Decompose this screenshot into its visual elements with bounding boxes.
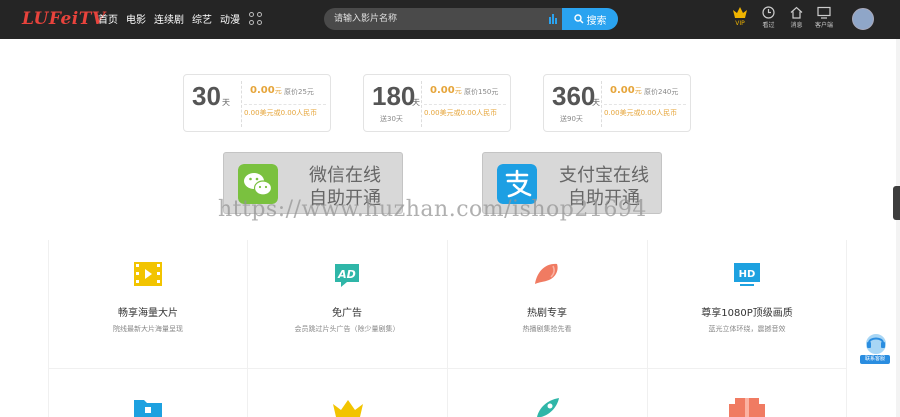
site-logo[interactable]: LUFeiTV (22, 9, 106, 29)
plan-price: 0.00元 (430, 85, 462, 96)
nav-item-series[interactable]: 连续剧 (154, 11, 184, 26)
svg-text:HD: HD (739, 269, 756, 280)
message-entry[interactable]: 消息 (790, 6, 803, 29)
plan-days: 180 (372, 81, 416, 111)
plan-hline (244, 104, 326, 105)
plan-unit: 天 (412, 98, 420, 107)
plan-days: 360 (552, 81, 596, 111)
plan-price: 0.00元 (250, 85, 282, 96)
home-icon (790, 6, 803, 19)
nav-item-home[interactable]: 首页 (98, 11, 118, 26)
plan-divider (421, 81, 422, 127)
plan-unit: 天 (592, 98, 600, 107)
logo-text: LUFei (22, 9, 79, 29)
crown-icon (333, 400, 363, 417)
side-drawer-tab[interactable] (893, 186, 900, 220)
plan-hline (604, 104, 686, 105)
feature-title: 畅享海量大片 (118, 308, 178, 319)
plan-price: 0.00元 (610, 85, 642, 96)
nav-item-variety[interactable]: 综艺 (192, 11, 212, 26)
feature-title: 免广告 (332, 308, 362, 319)
plan-card-360[interactable]: 360 天 送90天 0.00元 原价240元 0.00美元或0.00人民币 (543, 74, 691, 132)
search-input[interactable] (324, 8, 562, 30)
client-entry[interactable]: 客户端 (815, 6, 833, 29)
feature-desc: 蓝光立体环绕，震撼音效 (708, 325, 786, 333)
plan-card-30[interactable]: 30 天 0.00元 原价25元 0.00美元或0.00人民币 (183, 74, 331, 132)
feature-desc: 院线最新大片海量呈现 (113, 325, 183, 333)
plan-card-180[interactable]: 180 天 送30天 0.00元 原价150元 0.00美元或0.00人民币 (363, 74, 511, 132)
vip-label: VIP (735, 20, 745, 27)
plan-unit: 天 (222, 98, 230, 107)
gift-icon (729, 398, 765, 417)
message-label: 消息 (790, 22, 803, 29)
nav-item-anime[interactable]: 动漫 (220, 11, 240, 26)
plan-hline (424, 104, 506, 105)
nav-item-movies[interactable]: 电影 (126, 11, 146, 26)
search-button-label: 搜索 (586, 15, 607, 27)
svg-text:AD: AD (337, 268, 356, 281)
voice-bars-icon[interactable] (548, 14, 558, 24)
scrollbar[interactable] (896, 39, 900, 417)
client-label: 客户端 (815, 22, 834, 29)
plan-original-price: 原价25元 (284, 88, 314, 96)
plan-daily: 0.00美元或0.00人民币 (244, 109, 318, 117)
customer-service-label[interactable]: 联系客服 (860, 355, 890, 364)
watermark-text: https://www.huzhan.com/ishop21694 (218, 197, 647, 222)
plan-divider (601, 81, 602, 127)
feature-title: 尊享1080P顶级画质 (701, 308, 793, 319)
clock-icon (762, 6, 775, 19)
plan-daily: 0.00美元或0.00人民币 (424, 109, 498, 117)
more-grid-icon[interactable] (249, 12, 262, 25)
hd-icon: HD (734, 263, 760, 286)
plan-original-price: 原价240元 (644, 88, 679, 96)
rocket-icon (537, 398, 559, 417)
film-icon (134, 262, 162, 286)
search-bar: 搜索 (324, 8, 618, 30)
history-entry[interactable]: 看过 (762, 6, 775, 29)
plan-gift: 送90天 (560, 115, 583, 123)
history-label: 看过 (762, 22, 775, 29)
plan-daily: 0.00美元或0.00人民币 (604, 109, 678, 117)
vip-crown-icon (733, 7, 747, 18)
main-nav: 首页 电影 连续剧 综艺 动漫 (98, 11, 240, 26)
monitor-icon (817, 6, 831, 19)
feature-title: 热剧专享 (527, 308, 567, 319)
fish-icon (535, 263, 558, 284)
top-header: LUFeiTV 首页 电影 连续剧 综艺 动漫 搜索 VIP 看过 消息 客户端 (0, 0, 900, 39)
search-button[interactable]: 搜索 (562, 8, 618, 30)
plan-gift: 送30天 (380, 115, 403, 123)
plan-days: 30 (192, 81, 221, 111)
avatar[interactable] (852, 8, 874, 30)
folder-lock-icon (134, 400, 162, 417)
plan-original-price: 原价150元 (464, 88, 499, 96)
search-icon (573, 14, 583, 24)
plan-divider (241, 81, 242, 127)
ad-icon: AD (335, 264, 359, 287)
vip-entry[interactable]: VIP (732, 6, 748, 27)
feature-desc: 会员跳过片头广告（除少量剧集） (294, 325, 400, 333)
feature-desc: 热播剧集抢先看 (522, 325, 572, 333)
feature-row-divider (48, 368, 846, 369)
